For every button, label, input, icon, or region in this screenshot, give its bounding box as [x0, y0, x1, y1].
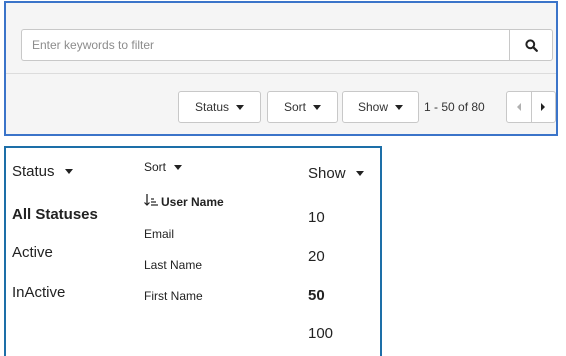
sort-option-user-name[interactable]: User Name — [144, 194, 224, 209]
sort-dropdown-button[interactable]: Sort — [267, 91, 338, 123]
next-page-button[interactable] — [532, 92, 556, 122]
status-dropdown-label: Status — [194, 100, 230, 114]
sort-menu-label: Sort — [144, 160, 167, 174]
sort-ascending-icon — [144, 194, 158, 206]
dropdown-menus-panel: Status All Statuses Active InActive Sort… — [4, 146, 382, 356]
show-menu-label: Show — [308, 165, 346, 182]
caret-down-icon — [395, 104, 404, 110]
prev-page-button[interactable] — [507, 92, 532, 122]
status-option-active[interactable]: Active — [12, 244, 53, 261]
show-option-20[interactable]: 20 — [308, 248, 325, 265]
search-band — [6, 3, 556, 74]
caret-down-icon — [313, 104, 321, 110]
status-menu-header[interactable]: Status — [12, 163, 73, 180]
chevron-left-icon — [516, 103, 521, 111]
show-menu-header[interactable]: Show — [308, 165, 364, 182]
show-option-100[interactable]: 100 — [308, 325, 333, 342]
pagination-controls — [506, 91, 556, 123]
sort-option-last-name[interactable]: Last Name — [144, 258, 202, 272]
caret-down-icon — [236, 104, 245, 110]
search-input[interactable] — [21, 29, 509, 61]
sort-option-email[interactable]: Email — [144, 227, 174, 241]
sort-dropdown-label: Sort — [283, 100, 306, 114]
show-dropdown-button[interactable]: Show — [342, 91, 419, 123]
search-icon — [524, 38, 538, 52]
sort-option-user-name-label: User Name — [161, 195, 224, 209]
caret-down-icon — [174, 164, 183, 170]
filter-toolbar-panel: Status Sort Show 1 - 50 of 80 — [4, 1, 558, 136]
caret-down-icon — [64, 169, 73, 174]
pagination-range: 1 - 50 of 80 — [424, 100, 485, 114]
search-button[interactable] — [509, 29, 553, 61]
status-option-all[interactable]: All Statuses — [12, 206, 98, 223]
status-option-inactive[interactable]: InActive — [12, 284, 65, 301]
sort-menu-header[interactable]: Sort — [144, 160, 183, 174]
sort-option-first-name[interactable]: First Name — [144, 289, 203, 303]
status-menu-label: Status — [12, 163, 55, 180]
chevron-right-icon — [541, 103, 546, 111]
show-dropdown-label: Show — [357, 100, 389, 114]
caret-down-icon — [355, 171, 364, 176]
show-option-50[interactable]: 50 — [308, 287, 325, 304]
show-option-10[interactable]: 10 — [308, 209, 325, 226]
toolbar: Status Sort Show 1 - 50 of 80 — [6, 74, 556, 134]
status-dropdown-button[interactable]: Status — [178, 91, 261, 123]
